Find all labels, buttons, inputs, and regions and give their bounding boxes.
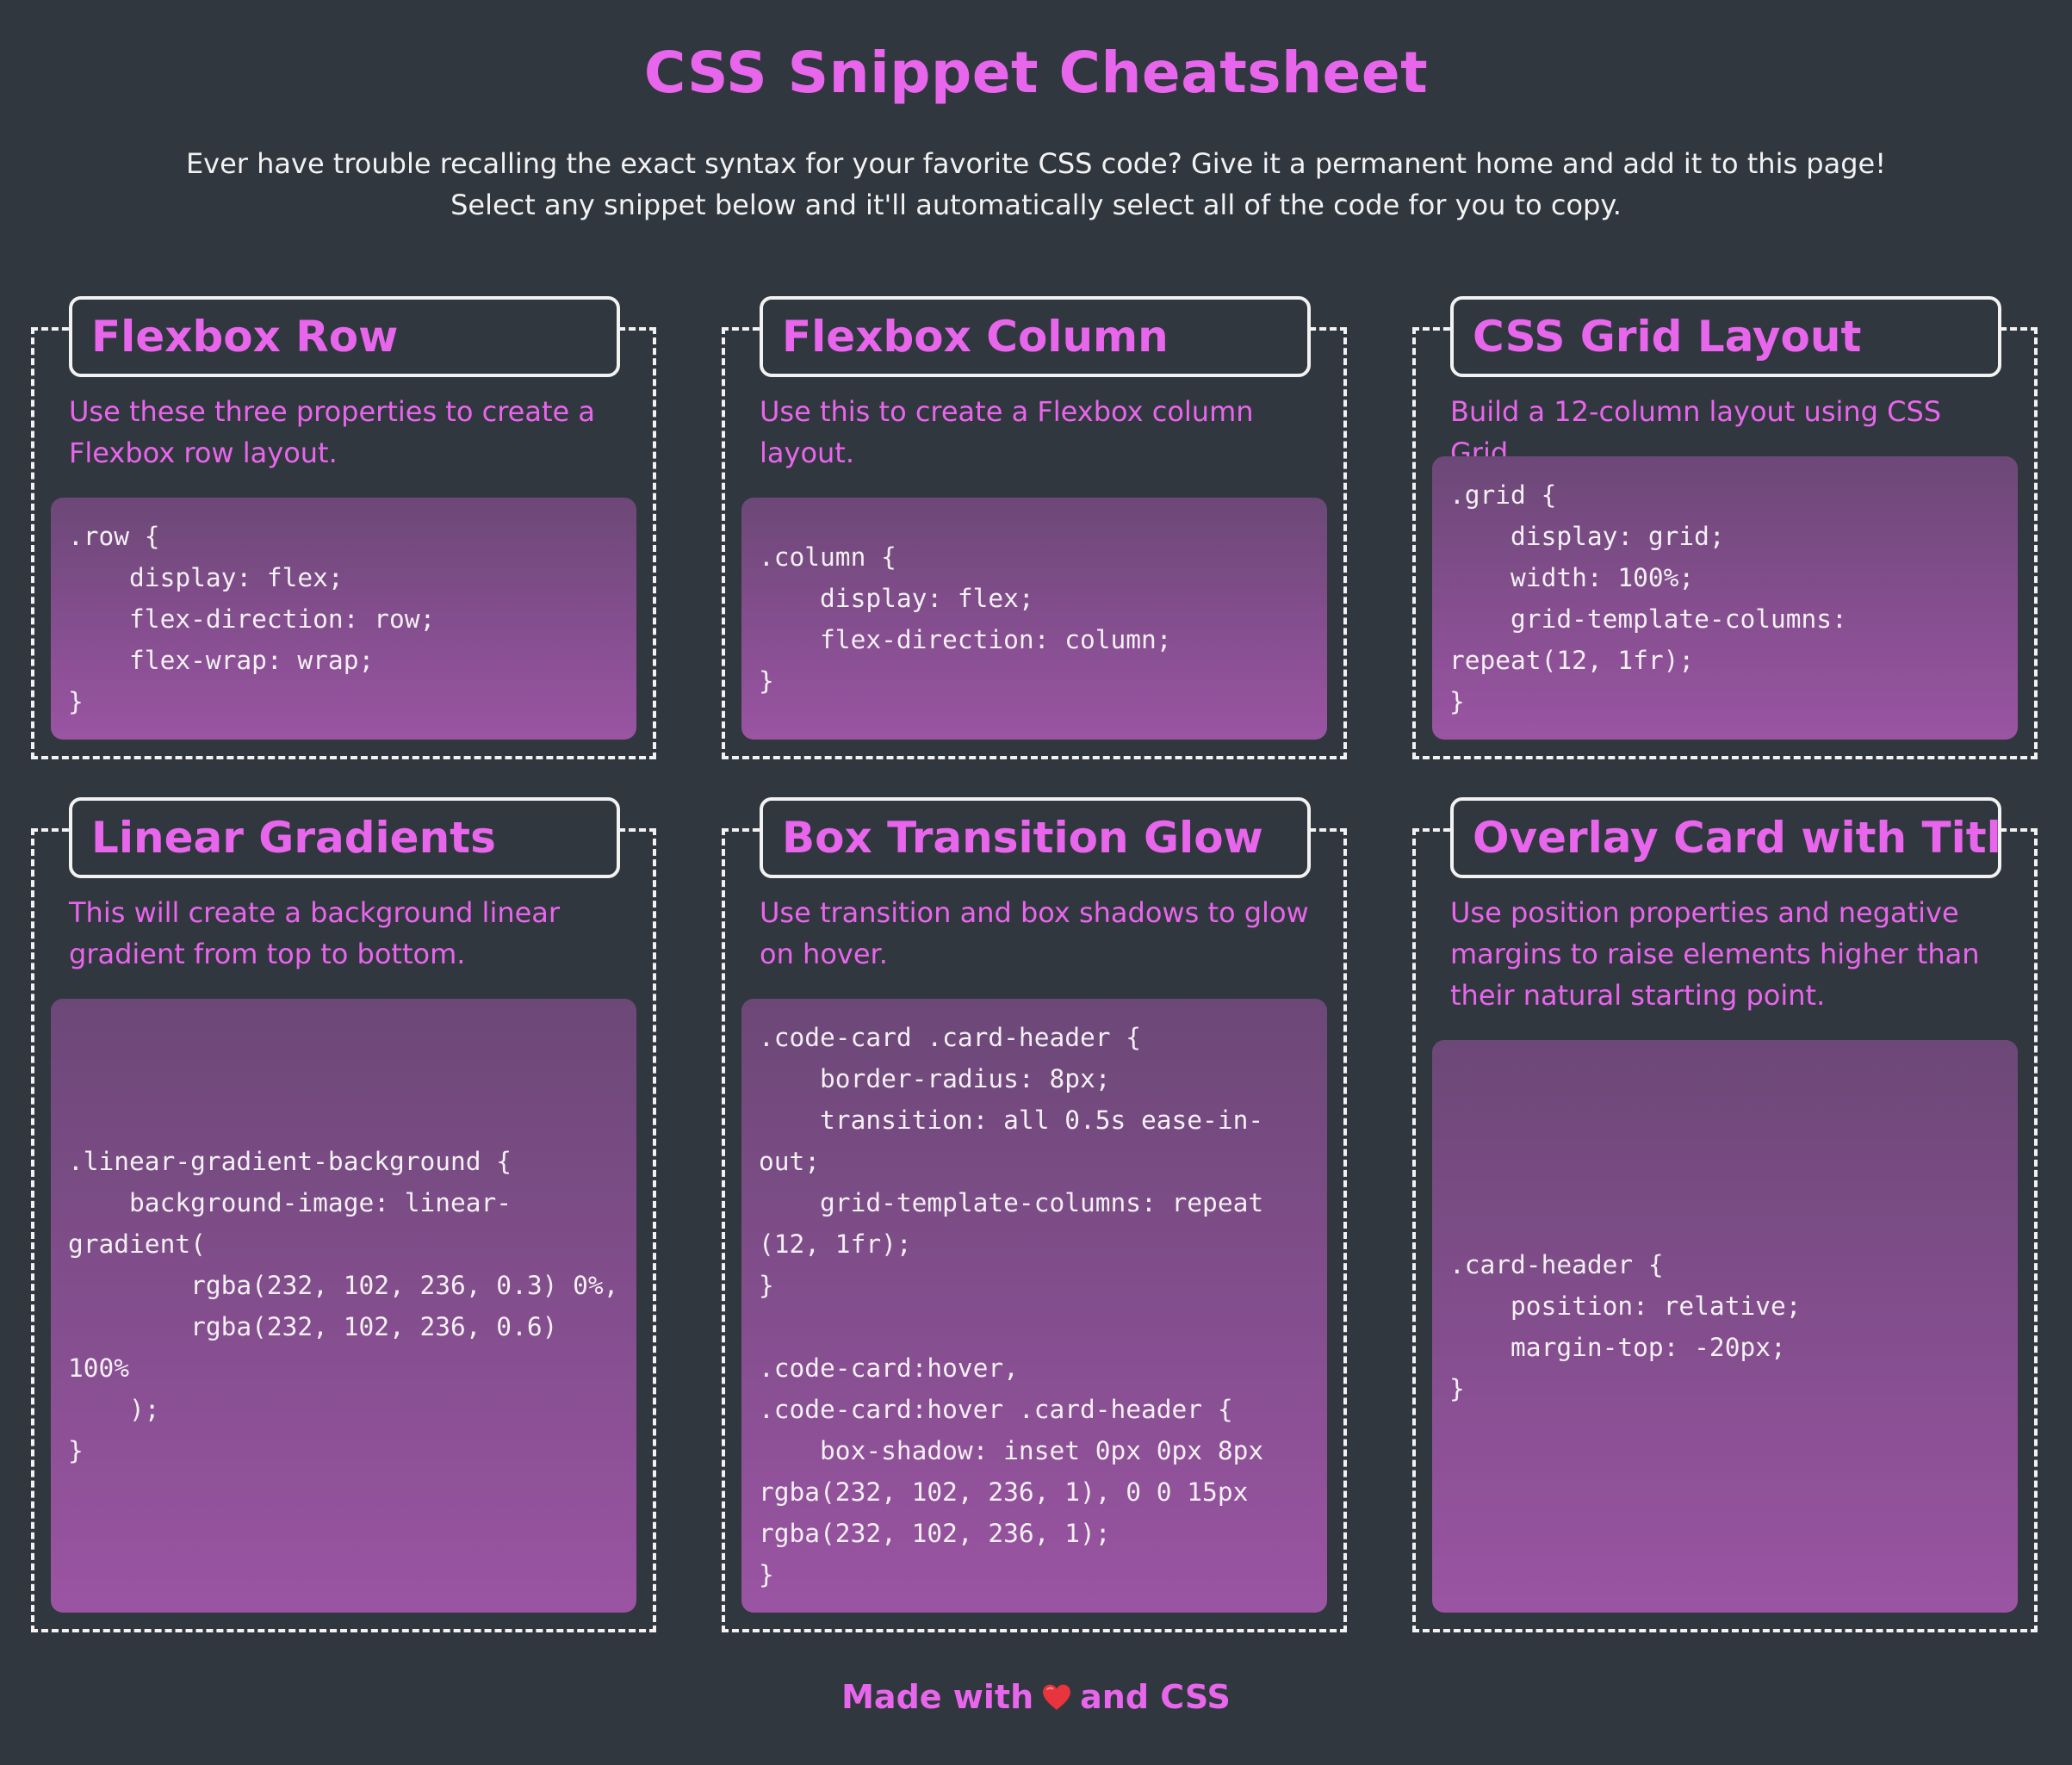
snippet-card-css-grid-layout: CSS Grid Layout Build a 12-column layout… (1412, 296, 2038, 759)
card-header: Flexbox Row (69, 296, 620, 377)
intro-line-2: Select any snippet below and it'll autom… (450, 189, 1622, 221)
code-snippet[interactable]: .code-card .card-header { border-radius:… (741, 999, 1327, 1613)
footer-made-with: Made with (841, 1678, 1034, 1716)
card-description: Use these three properties to create a F… (69, 395, 595, 469)
snippet-card-flexbox-row: Flexbox Row Use these three properties t… (31, 296, 656, 759)
footer-and-css: and CSS (1080, 1678, 1231, 1716)
intro-text: Ever have trouble recalling the exact sy… (0, 143, 2072, 226)
snippet-card-linear-gradients: Linear Gradients This will create a back… (31, 797, 656, 1632)
code-text[interactable]: .row { display: flex; flex-direction: ro… (68, 516, 619, 722)
code-snippet[interactable]: .grid { display: grid; width: 100%; grid… (1432, 456, 2018, 740)
code-text[interactable]: .grid { display: grid; width: 100%; grid… (1449, 474, 2001, 722)
page: CSS Snippet Cheatsheet Ever have trouble… (0, 0, 2072, 1765)
intro-line-1: Ever have trouble recalling the exact sy… (185, 147, 1887, 180)
code-text[interactable]: .code-card .card-header { border-radius:… (759, 1017, 1310, 1595)
card-description: Use transition and box shadows to glow o… (760, 896, 1309, 970)
snippet-card-overlay-card-with-title: Overlay Card with Title Use position pro… (1412, 797, 2038, 1632)
card-header: Box Transition Glow (760, 797, 1311, 878)
card-description: Use this to create a Flexbox column layo… (760, 395, 1254, 469)
snippet-card-flexbox-column: Flexbox Column Use this to create a Flex… (722, 296, 1347, 759)
code-text[interactable]: .linear-gradient-background { background… (68, 1141, 619, 1471)
code-text[interactable]: .card-header { position: relative; margi… (1449, 1244, 2001, 1409)
card-description: This will create a background linear gra… (69, 896, 561, 970)
footer: Made with and CSS (0, 1675, 2072, 1719)
card-header: Overlay Card with Title (1450, 797, 2001, 878)
code-snippet[interactable]: .card-header { position: relative; margi… (1432, 1040, 2018, 1613)
heart-icon (1042, 1682, 1071, 1712)
card-header: Flexbox Column (760, 296, 1311, 377)
code-text[interactable]: .column { display: flex; flex-direction:… (759, 536, 1310, 702)
card-header: Linear Gradients (69, 797, 620, 878)
code-snippet[interactable]: .linear-gradient-background { background… (51, 999, 636, 1613)
card-description: Use position properties and negative mar… (1450, 896, 1980, 1012)
code-snippet[interactable]: .row { display: flex; flex-direction: ro… (51, 498, 636, 740)
code-snippet[interactable]: .column { display: flex; flex-direction:… (741, 498, 1327, 740)
page-title: CSS Snippet Cheatsheet (643, 40, 1429, 106)
snippet-card-box-transition-glow: Box Transition Glow Use transition and b… (722, 797, 1347, 1632)
card-header: CSS Grid Layout (1450, 296, 2001, 377)
